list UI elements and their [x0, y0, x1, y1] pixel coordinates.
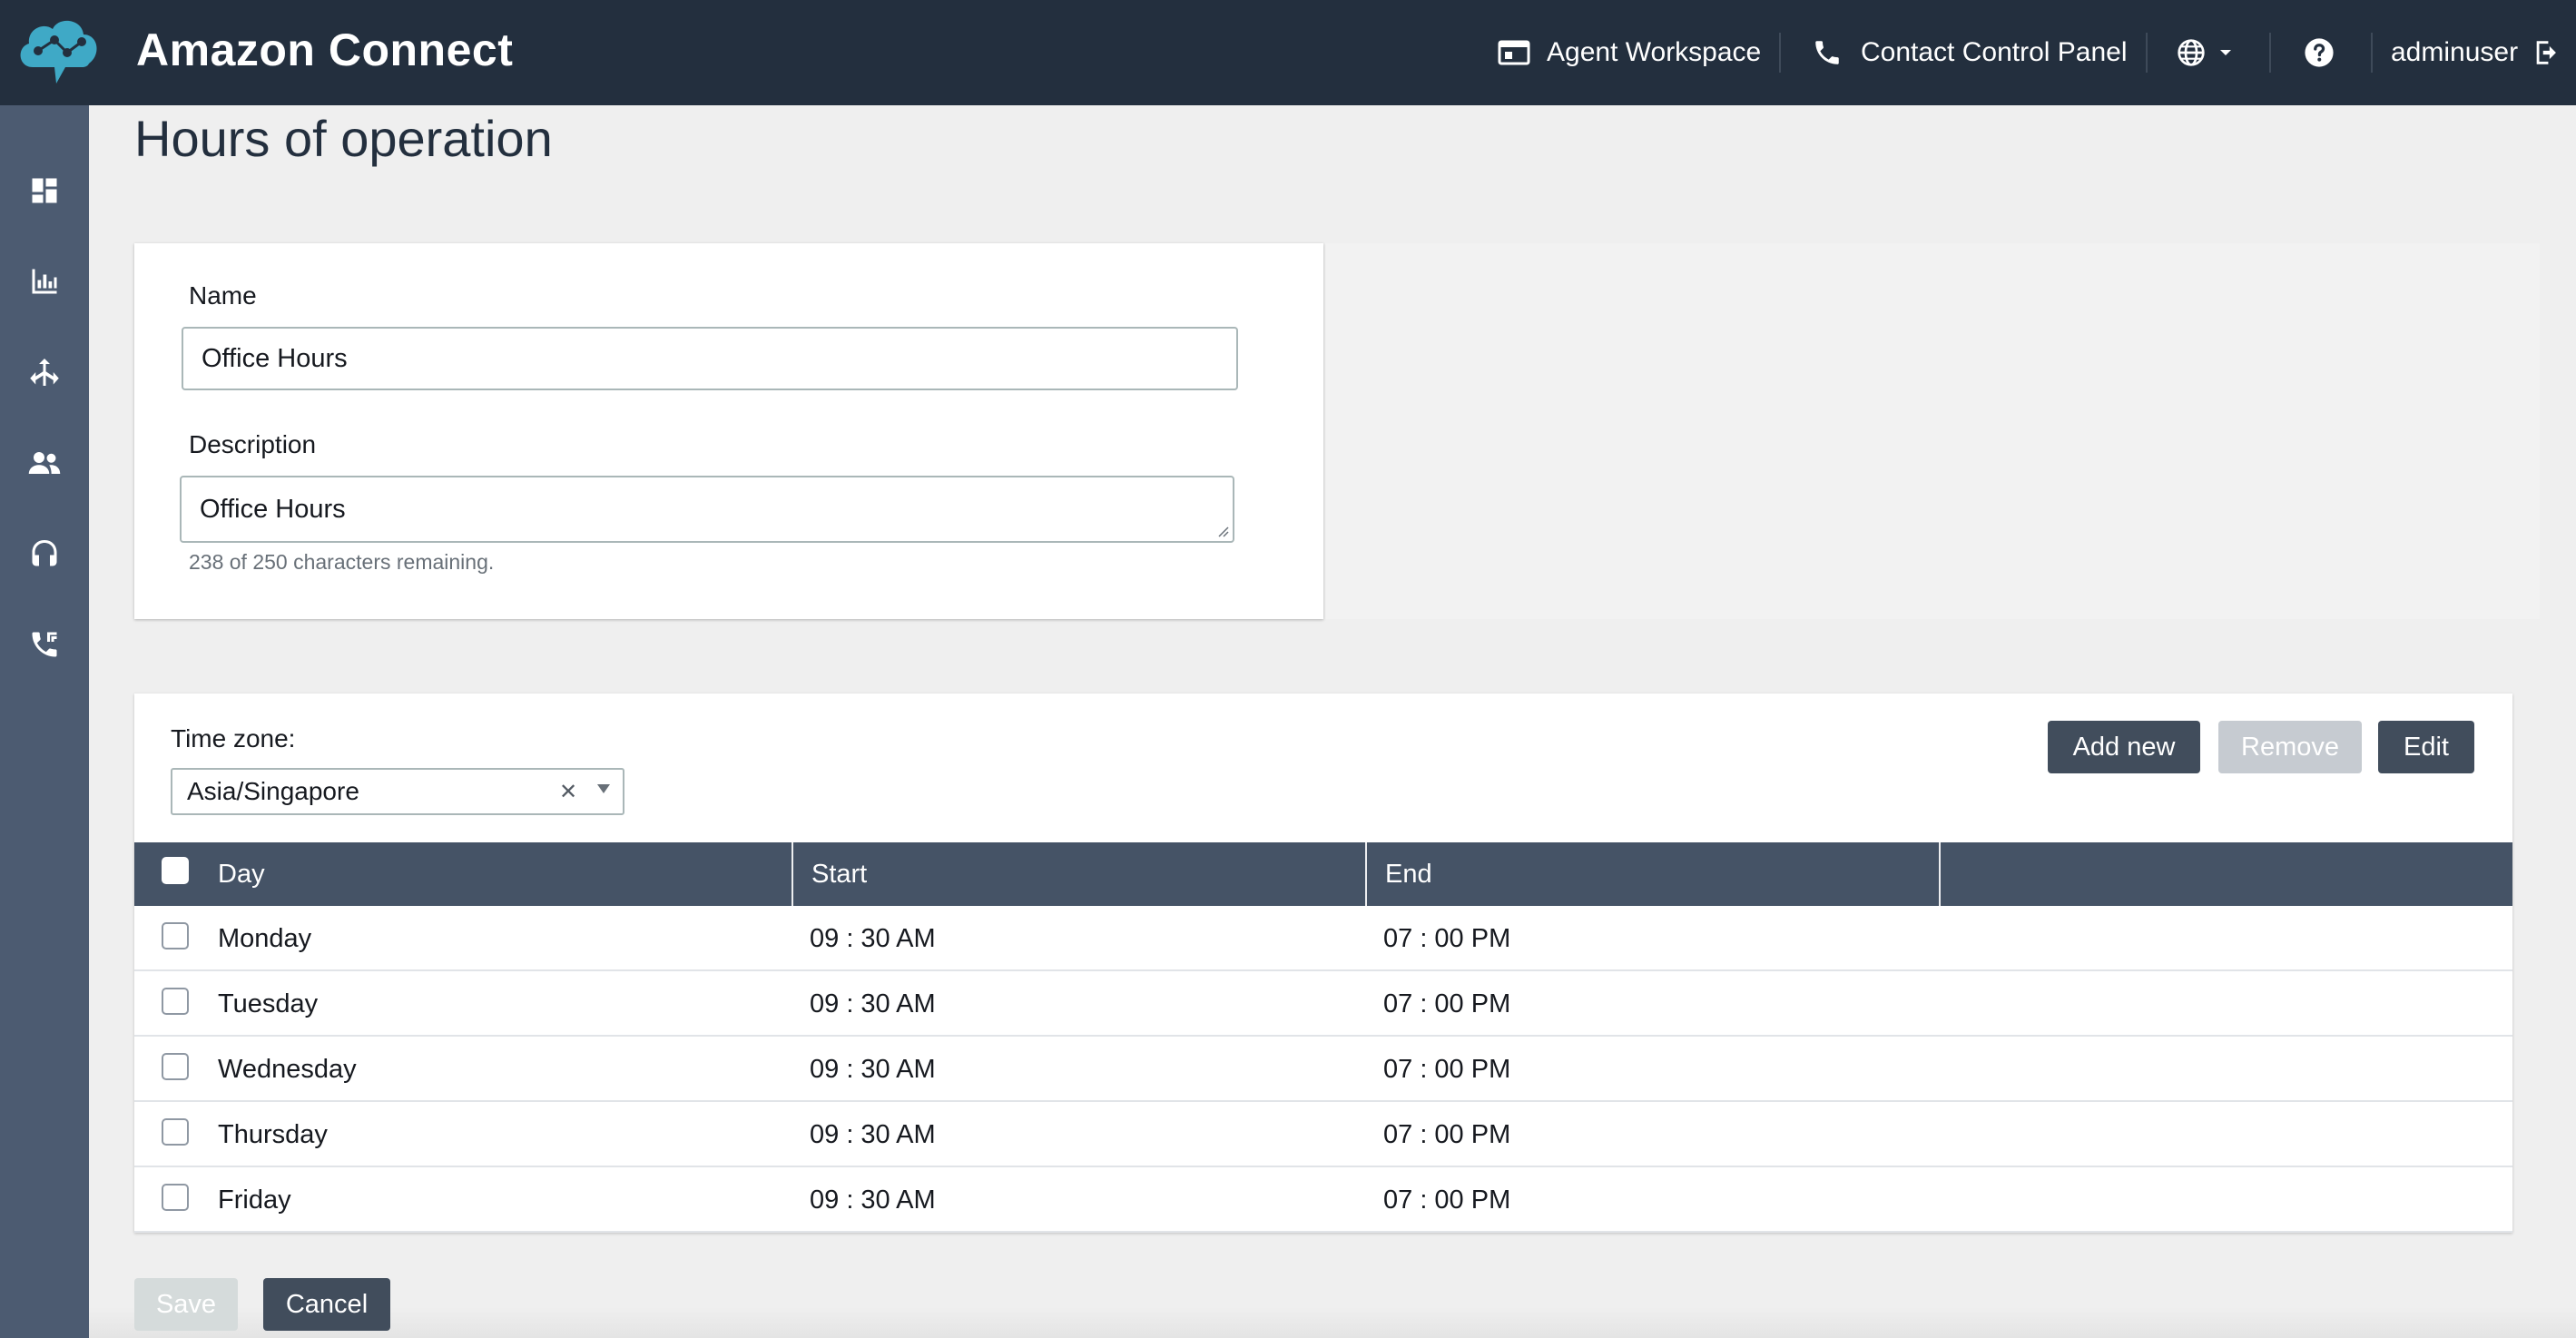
workspace-icon	[1498, 40, 1530, 65]
edit-button[interactable]: Edit	[2378, 721, 2474, 773]
table-row[interactable]: Wednesday 09 : 30 AM 07 : 00 PM	[134, 1037, 2512, 1102]
language-selector[interactable]	[2177, 0, 2233, 105]
column-divider	[791, 842, 793, 906]
sidebar-item-users[interactable]	[26, 445, 63, 481]
globe-icon	[2178, 39, 2205, 66]
day-cell: Friday	[218, 1185, 291, 1215]
table-row[interactable]: Tuesday 09 : 30 AM 07 : 00 PM	[134, 971, 2512, 1037]
contact-control-panel-label: Contact Control Panel	[1861, 37, 2128, 67]
row-checkbox[interactable]	[162, 1053, 189, 1080]
timezone-label: Time zone:	[171, 724, 296, 753]
phone-icon	[1815, 41, 1839, 64]
sidebar-item-channels[interactable]	[26, 626, 63, 663]
sidebar-item-analytics[interactable]	[26, 263, 63, 300]
card-background	[1325, 243, 2540, 619]
chevron-down-icon	[2220, 50, 2231, 55]
divider	[2371, 33, 2373, 73]
start-cell: 09 : 30 AM	[810, 1119, 936, 1149]
routing-icon	[30, 359, 59, 386]
headset-icon	[32, 540, 57, 566]
sidebar-item-dashboard[interactable]	[26, 172, 63, 209]
row-checkbox[interactable]	[162, 1184, 189, 1211]
day-cell: Monday	[218, 923, 312, 953]
end-cell: 07 : 00 PM	[1383, 1054, 1511, 1084]
end-cell: 07 : 00 PM	[1383, 989, 1511, 1018]
contact-control-panel-link[interactable]: Contact Control Panel	[1812, 0, 2128, 105]
description-char-count: 238 of 250 characters remaining.	[189, 550, 495, 574]
table-row[interactable]: Monday 09 : 30 AM 07 : 00 PM	[134, 906, 2512, 971]
caret-down-icon[interactable]	[597, 784, 610, 793]
resize-handle-icon[interactable]	[1216, 525, 1229, 537]
table-row[interactable]: Thursday 09 : 30 AM 07 : 00 PM	[134, 1102, 2512, 1167]
details-card: Name Office Hours Description Office Hou…	[134, 243, 1323, 619]
timezone-select[interactable]: Asia/Singapore	[171, 768, 624, 815]
start-cell: 09 : 30 AM	[810, 923, 936, 953]
table-header: Day Start End	[134, 842, 2512, 906]
divider	[1779, 33, 1781, 73]
divider	[2269, 33, 2271, 73]
footer-shadow	[89, 1307, 2576, 1338]
agent-workspace-link[interactable]: Agent Workspace	[1498, 0, 1761, 105]
page-title: Hours of operation	[134, 110, 553, 167]
remove-button[interactable]: Remove	[2218, 721, 2362, 773]
row-checkbox[interactable]	[162, 988, 189, 1015]
sidebar-item-routing[interactable]	[26, 354, 63, 390]
username-label: adminuser	[2391, 37, 2519, 67]
end-cell: 07 : 00 PM	[1383, 923, 1511, 953]
users-icon	[28, 452, 61, 474]
amazon-connect-logo[interactable]	[15, 13, 102, 89]
phone-settings-icon	[32, 632, 57, 657]
start-cell: 09 : 30 AM	[810, 989, 936, 1018]
user-menu[interactable]: adminuser	[2391, 0, 2563, 105]
timezone-value: Asia/Singapore	[187, 777, 359, 805]
top-navigation-bar: Amazon Connect Agent Workspace Contact C…	[0, 0, 2576, 105]
brand-title: Amazon Connect	[136, 25, 514, 75]
save-button[interactable]: Save	[134, 1278, 238, 1331]
row-checkbox[interactable]	[162, 1118, 189, 1146]
help-button[interactable]	[2304, 0, 2335, 105]
clear-icon[interactable]: ✕	[559, 779, 577, 805]
end-cell: 07 : 00 PM	[1383, 1119, 1511, 1149]
day-cell: Thursday	[218, 1119, 328, 1149]
end-cell: 07 : 00 PM	[1383, 1185, 1511, 1215]
column-divider	[1365, 842, 1367, 906]
column-header-start[interactable]: Start	[811, 842, 867, 906]
name-input[interactable]: Office Hours	[182, 327, 1238, 390]
day-cell: Tuesday	[218, 989, 319, 1018]
help-icon	[2305, 38, 2334, 67]
column-header-day[interactable]: Day	[218, 842, 265, 906]
cancel-button[interactable]: Cancel	[263, 1278, 390, 1331]
table-row[interactable]: Friday 09 : 30 AM 07 : 00 PM	[134, 1167, 2512, 1233]
divider	[2146, 33, 2148, 73]
add-new-button[interactable]: Add new	[2048, 721, 2200, 773]
day-cell: Wednesday	[218, 1054, 357, 1084]
analytics-icon	[32, 269, 57, 294]
column-header-end[interactable]: End	[1385, 842, 1432, 906]
start-cell: 09 : 30 AM	[810, 1185, 936, 1215]
sidebar-item-agent-application[interactable]	[26, 536, 63, 572]
start-cell: 09 : 30 AM	[810, 1054, 936, 1084]
dashboard-icon	[32, 178, 57, 203]
description-value: Office Hours	[200, 494, 346, 524]
row-checkbox[interactable]	[162, 922, 189, 949]
description-textarea[interactable]: Office Hours	[180, 476, 1234, 543]
name-label: Name	[189, 281, 257, 310]
select-all-checkbox[interactable]	[162, 857, 189, 884]
description-label: Description	[189, 430, 317, 458]
logout-icon[interactable]	[2531, 37, 2563, 68]
column-divider	[1939, 842, 1941, 906]
sidebar	[0, 105, 89, 1338]
agent-workspace-label: Agent Workspace	[1547, 37, 1762, 67]
